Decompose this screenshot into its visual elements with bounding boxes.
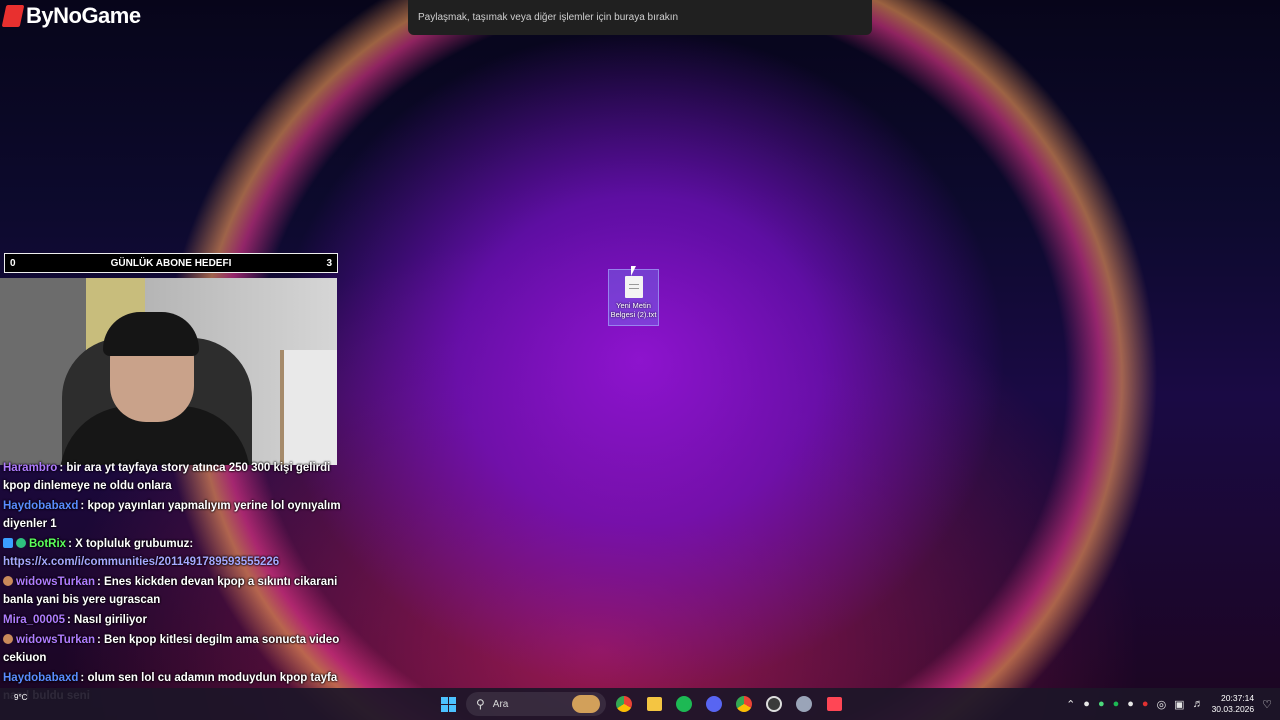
chat-message: widowsTurkan: Enes kickden devan kpop a … bbox=[0, 573, 345, 609]
clock-date: 30.03.2026 bbox=[1211, 704, 1255, 714]
search-icon: ⚲ bbox=[476, 697, 485, 711]
record-tray-icon[interactable]: ● bbox=[1142, 698, 1149, 710]
desktop-file-icon[interactable]: Yeni Metin Belgesi (2).txt bbox=[608, 269, 659, 326]
chat-text: : X topluluk grubumuz: bbox=[68, 538, 194, 550]
system-tray: ⌃ ● ● ● ● ● ◎ ▣ ♬ 20:37:14 30.03.2026 ♡ bbox=[1066, 688, 1280, 720]
chat-username: widowsTurkan bbox=[16, 634, 96, 646]
subscriber-goal-bar: 0 GÜNLÜK ABONE HEDEFI 3 bbox=[4, 253, 338, 273]
logo-text: ByNoGame bbox=[26, 3, 141, 28]
mouse-cursor-icon bbox=[631, 266, 636, 276]
text-file-icon bbox=[624, 276, 643, 298]
search-placeholder: Ara bbox=[492, 698, 509, 710]
valorant-icon[interactable] bbox=[822, 692, 846, 716]
taskbar: ⚲ Ara ⌃ ● ● ● ● ● ◎ ▣ ♬ 20:37:14 30.03.2… bbox=[0, 688, 1280, 720]
chat-text: : Nasıl giriliyor bbox=[67, 614, 147, 626]
search-highlight-icon bbox=[572, 695, 600, 713]
security-tray-icon[interactable]: ● bbox=[1098, 698, 1105, 710]
clock-time: 20:37:14 bbox=[1221, 693, 1255, 703]
chat-message: Harambro: bir ara yt tayfaya story atınc… bbox=[0, 459, 345, 495]
chat-link[interactable]: https://x.com/i/communities/201149178959… bbox=[3, 556, 279, 568]
clock[interactable]: 20:37:14 30.03.2026 bbox=[1212, 693, 1255, 715]
chat-message: Mira_00005: Nasıl giriliyor bbox=[0, 611, 345, 629]
chat-message: Haydobabaxd: kpop yayınları yapmalıyım y… bbox=[0, 497, 345, 533]
weather-widget[interactable]: 9°C bbox=[14, 693, 27, 702]
windows-start-icon[interactable] bbox=[436, 692, 460, 716]
chat-overlay: Harambro: bir ara yt tayfaya story atınc… bbox=[0, 459, 345, 707]
webcam-feed bbox=[0, 278, 337, 465]
bynogame-logo: ByNoGame bbox=[0, 0, 141, 32]
chat-username: Mira_00005 bbox=[3, 614, 66, 626]
obs-icon[interactable] bbox=[762, 692, 786, 716]
chat-username: BotRix bbox=[29, 538, 67, 550]
taskbar-search[interactable]: ⚲ Ara bbox=[466, 692, 606, 716]
drop-notification[interactable]: Paylaşmak, taşımak veya diğer işlemler i… bbox=[408, 0, 872, 35]
weather-temp: 9°C bbox=[14, 693, 28, 702]
chrome-icon[interactable] bbox=[612, 692, 636, 716]
chat-message: BotRix: X topluluk grubumuz: https://x.c… bbox=[0, 535, 345, 571]
sub-badge-icon bbox=[3, 576, 13, 586]
goal-right-value: 3 bbox=[326, 257, 332, 269]
steam-tray-icon[interactable]: ● bbox=[1127, 698, 1134, 710]
app-icon[interactable] bbox=[792, 692, 816, 716]
chat-username: widowsTurkan bbox=[16, 576, 96, 588]
sub-badge-icon bbox=[3, 634, 13, 644]
drop-notification-text: Paylaşmak, taşımak veya diğer işlemler i… bbox=[418, 12, 679, 23]
logo-mark-icon bbox=[1, 5, 25, 27]
microphone-icon[interactable]: ◎ bbox=[1157, 698, 1167, 711]
volume-icon[interactable]: ♬ bbox=[1193, 698, 1204, 710]
verified-badge-icon bbox=[16, 538, 26, 548]
chat-username: Haydobabaxd bbox=[3, 500, 79, 512]
bot-badge-icon bbox=[3, 538, 13, 548]
network-icon[interactable]: ▣ bbox=[1174, 698, 1184, 711]
chevron-up-icon[interactable]: ⌃ bbox=[1066, 698, 1075, 711]
chrome-alt-icon[interactable] bbox=[732, 692, 756, 716]
chat-username: Harambro bbox=[3, 462, 58, 474]
chat-username: Haydobabaxd bbox=[3, 672, 79, 684]
chat-message: widowsTurkan: Ben kpop kitlesi degilm am… bbox=[0, 631, 345, 667]
notification-bell-icon[interactable]: ♡ bbox=[1262, 698, 1272, 711]
spotify-icon[interactable] bbox=[672, 692, 696, 716]
desktop-file-label: Yeni Metin Belgesi (2).txt bbox=[610, 301, 657, 319]
taskbar-apps: ⚲ Ara bbox=[436, 688, 846, 720]
spotify-tray-icon[interactable]: ● bbox=[1113, 698, 1120, 710]
goal-title: GÜNLÜK ABONE HEDEFI bbox=[110, 257, 232, 269]
file-explorer-icon[interactable] bbox=[642, 692, 666, 716]
discord-tray-icon[interactable]: ● bbox=[1083, 698, 1090, 710]
discord-icon[interactable] bbox=[702, 692, 726, 716]
